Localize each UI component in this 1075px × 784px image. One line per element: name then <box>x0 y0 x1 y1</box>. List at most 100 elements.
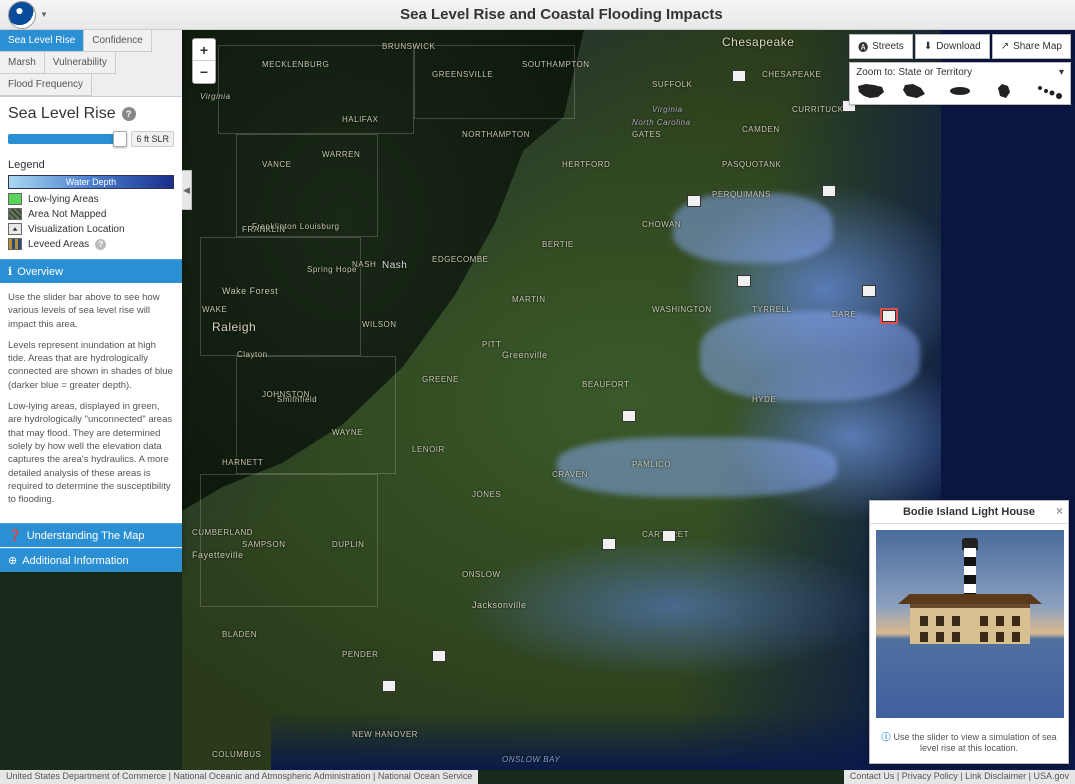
viz-location-marker[interactable] <box>732 70 746 82</box>
legend-label: Low-lying Areas <box>28 194 99 205</box>
map-label: CAMDEN <box>742 125 780 134</box>
viz-location-marker-selected[interactable] <box>882 310 896 322</box>
swatch-levee-icon <box>8 238 22 250</box>
swatch-green-icon <box>8 193 22 205</box>
map-label: Chesapeake <box>762 70 821 79</box>
viz-location-marker[interactable] <box>862 285 876 297</box>
slider-value: 6 ft SLR <box>131 131 174 147</box>
map-label: ONSLOW <box>462 570 501 579</box>
map-label: BEAUFORT <box>582 380 629 389</box>
map-label: DUPLIN <box>332 540 364 549</box>
popup-header: Bodie Island Light House × <box>870 501 1068 524</box>
footer-link-privacy[interactable]: Privacy Policy <box>902 771 958 781</box>
map-label: North Carolina <box>632 118 691 127</box>
footer-link-disclaimer[interactable]: Link Disclaimer <box>965 771 1026 781</box>
region-guam-icon[interactable] <box>990 82 1020 100</box>
tab-sea-level-rise[interactable]: Sea Level Rise <box>0 30 84 52</box>
help-icon[interactable]: ? <box>122 107 136 121</box>
tab-flood-frequency[interactable]: Flood Frequency <box>0 74 92 96</box>
zoom-out-button[interactable]: − <box>193 61 215 83</box>
tab-vulnerability[interactable]: Vulnerability <box>45 52 116 74</box>
info-icon: ⓘ <box>881 732 890 742</box>
water-level-slider[interactable] <box>8 134 125 144</box>
map-label: BLADEN <box>222 630 257 639</box>
popup-title: Bodie Island Light House <box>903 506 1035 518</box>
overview-text: Use the slider bar above to see how vari… <box>8 291 174 331</box>
accordion-title: Additional Information <box>22 555 128 567</box>
map-label: JONES <box>472 490 501 499</box>
slider-thumb[interactable] <box>113 131 127 147</box>
viz-location-marker[interactable] <box>602 538 616 550</box>
zoom-to-select[interactable]: Zoom to: State or Territory ▾ <box>856 67 1064 78</box>
overview-text: Low-lying areas, displayed in green, are… <box>8 400 174 506</box>
accordion-overview-header[interactable]: ℹ Overview <box>0 259 182 283</box>
accordion-overview-body: Use the slider bar above to see how vari… <box>0 283 182 522</box>
tab-marsh[interactable]: Marsh <box>0 52 45 74</box>
region-usa-icon[interactable] <box>856 82 886 100</box>
map-label: SAMPSON <box>242 540 286 549</box>
chevron-down-icon: ▾ <box>1059 67 1064 78</box>
viz-location-marker[interactable] <box>737 275 751 287</box>
map-label: LENOIR <box>412 445 445 454</box>
share-map-button[interactable]: ↗Share Map <box>992 34 1071 59</box>
chevron-down-icon[interactable]: ▼ <box>40 10 48 19</box>
map-label: HERTFORD <box>562 160 610 169</box>
map-label: MARTIN <box>512 295 546 304</box>
help-icon[interactable]: ? <box>95 239 106 250</box>
swatch-viz-icon <box>8 223 22 235</box>
overview-text: Levels represent inundation at high tide… <box>8 339 174 392</box>
map-label: PITT <box>482 340 501 349</box>
map-label: WASHINGTON <box>652 305 712 314</box>
footer-link-contact[interactable]: Contact Us <box>850 771 895 781</box>
map-label: BERTIE <box>542 240 574 249</box>
map-label: CURRITUCK <box>792 105 844 114</box>
accordion-additional-header[interactable]: ⊕ Additional Information <box>0 548 182 572</box>
legend-label: Leveed Areas <box>28 239 89 250</box>
region-alaska-icon[interactable] <box>901 82 931 100</box>
region-quick-select <box>856 82 1064 100</box>
legend-label: Visualization Location <box>28 224 125 235</box>
info-icon: ℹ <box>8 265 12 278</box>
basemap-streets-button[interactable]: 🅐 Streets <box>849 34 913 59</box>
viz-location-marker[interactable] <box>822 185 836 197</box>
viz-location-marker[interactable] <box>687 195 701 207</box>
legend-title: Legend <box>0 155 182 173</box>
viz-location-marker[interactable] <box>662 530 676 542</box>
page-title: Sea Level Rise and Coastal Flooding Impa… <box>48 6 1075 23</box>
region-puertorico-icon[interactable] <box>945 82 975 100</box>
sidebar-collapse-handle[interactable]: ◀ <box>182 170 192 210</box>
viz-location-marker[interactable] <box>622 410 636 422</box>
popup-caption: ⓘUse the slider to view a simulation of … <box>870 724 1068 763</box>
map-label: SUFFOLK <box>652 80 692 89</box>
footer-text: United States Department of Commerce | N… <box>6 771 472 781</box>
select-label: Zoom to: State or Territory <box>856 67 972 78</box>
top-right-controls: 🅐 Streets ⬇Download ↗Share Map Zoom to: S… <box>849 34 1071 105</box>
tab-confidence[interactable]: Confidence <box>84 30 152 52</box>
footer-left: United States Department of Commerce | N… <box>0 770 478 784</box>
viz-location-marker[interactable] <box>432 650 446 662</box>
legend-item-low-lying: Low-lying Areas <box>8 193 174 205</box>
close-icon[interactable]: × <box>1056 504 1063 518</box>
legend-label: Area Not Mapped <box>28 209 106 220</box>
accordion-understanding-header[interactable]: ❓ Understanding The Map <box>0 523 182 547</box>
region-hawaii-icon[interactable] <box>1034 82 1064 100</box>
accordion-title: Understanding The Map <box>27 530 145 542</box>
footer-link-usagov[interactable]: USA.gov <box>1033 771 1069 781</box>
house-icon <box>910 602 1030 644</box>
viz-location-marker[interactable] <box>382 680 396 692</box>
zoom-to-panel: Zoom to: State or Territory ▾ <box>849 62 1071 105</box>
button-label: Streets <box>872 41 904 52</box>
map-label: WAYNE <box>332 428 363 437</box>
globe-icon: 🅐 <box>858 39 868 54</box>
download-button[interactable]: ⬇Download <box>915 34 990 59</box>
sidebar-tabs: Sea Level Rise Confidence Marsh Vulnerab… <box>0 30 182 97</box>
app-header: ▼ Sea Level Rise and Coastal Flooding Im… <box>0 0 1075 30</box>
water-level-slider-row: 6 ft SLR <box>0 127 182 155</box>
map-label: Virginia <box>652 105 683 114</box>
noaa-logo-icon[interactable] <box>8 1 36 29</box>
map-land-dark <box>182 30 584 511</box>
button-label: Download <box>936 41 980 52</box>
map-flood-overlay <box>700 311 920 401</box>
zoom-in-button[interactable]: + <box>193 39 215 61</box>
help-icon: ❓ <box>8 529 22 542</box>
